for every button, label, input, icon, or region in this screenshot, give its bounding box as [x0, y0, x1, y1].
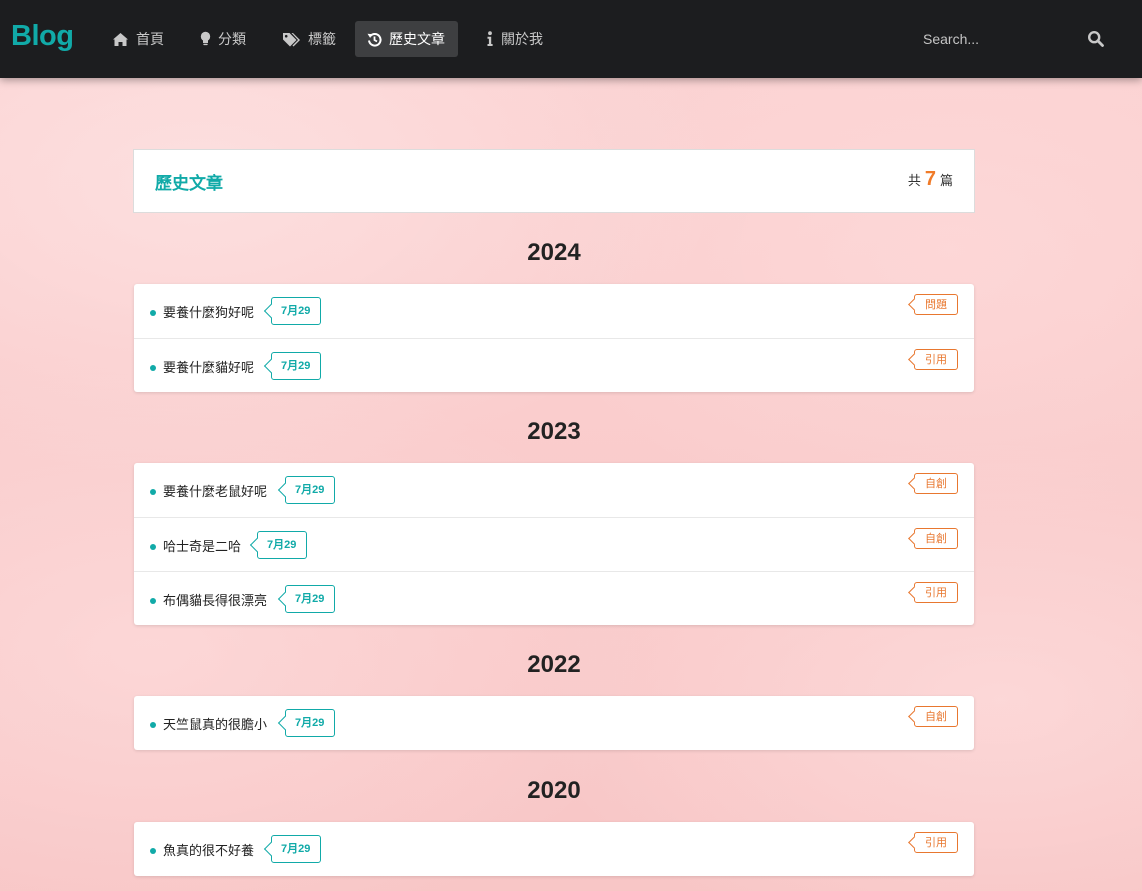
nav-item-label: 首頁 — [136, 32, 164, 48]
nav-item-label: 歷史文章 — [389, 32, 445, 48]
lightbulb-icon — [200, 31, 211, 46]
category-tag[interactable]: 問題 — [914, 294, 958, 315]
post-count-suffix: 篇 — [939, 174, 953, 189]
year-heading: 2023 — [527, 418, 581, 445]
bullet-dot — [150, 722, 156, 728]
nav-item-about[interactable]: 關於我 — [474, 21, 555, 57]
search-input[interactable] — [913, 26, 1083, 52]
post-title[interactable]: 布偶貓長得很漂亮 — [163, 590, 267, 609]
post-row[interactable]: 哈士奇是二哈 7月29 自創 — [134, 517, 974, 571]
year-heading: 2020 — [527, 777, 581, 804]
post-row[interactable]: 天竺鼠真的很膽小 7月29 自創 — [134, 696, 974, 750]
post-title[interactable]: 要養什麼貓好呢 — [163, 357, 254, 376]
bullet-dot — [150, 544, 156, 550]
nav-item-categories[interactable]: 分類 — [188, 21, 258, 57]
post-row[interactable]: 要養什麼貓好呢 7月29 引用 — [134, 338, 974, 392]
post-title[interactable]: 要養什麼狗好呢 — [163, 302, 254, 321]
post-title[interactable]: 要養什麼老鼠好呢 — [163, 481, 267, 500]
tags-icon — [283, 32, 300, 46]
post-list: 要養什麼老鼠好呢 7月29 自創 哈士奇是二哈 7月29 自創 布偶貓長得很漂亮… — [134, 463, 974, 625]
bullet-dot — [150, 489, 156, 495]
date-tag: 7月29 — [271, 352, 322, 380]
post-row[interactable]: 魚真的很不好養 7月29 引用 — [134, 822, 974, 876]
category-tag[interactable]: 自創 — [914, 706, 958, 727]
archive-title: 歷史文章 — [155, 174, 223, 194]
archive-header: 歷史文章 共 7 篇 — [133, 149, 975, 213]
date-tag: 7月29 — [285, 709, 336, 737]
brand-logo[interactable]: Blog — [11, 20, 74, 53]
category-tag[interactable]: 引用 — [914, 349, 958, 370]
date-tag: 7月29 — [285, 585, 336, 613]
bullet-dot — [150, 848, 156, 854]
bullet-dot — [150, 365, 156, 371]
category-tag[interactable]: 自創 — [914, 473, 958, 494]
home-icon — [113, 32, 128, 46]
post-title[interactable]: 哈士奇是二哈 — [163, 536, 241, 555]
history-icon — [367, 32, 382, 47]
post-count: 共 7 篇 — [908, 168, 953, 191]
category-tag[interactable]: 引用 — [914, 582, 958, 603]
nav-item-label: 分類 — [218, 32, 246, 48]
post-row[interactable]: 要養什麼狗好呢 7月29 問題 — [134, 284, 974, 338]
post-row[interactable]: 布偶貓長得很漂亮 7月29 引用 — [134, 571, 974, 625]
nav-item-history[interactable]: 歷史文章 — [355, 21, 458, 57]
post-count-number: 7 — [924, 168, 936, 190]
nav-item-label: 標籤 — [308, 32, 336, 48]
category-tag[interactable]: 自創 — [914, 528, 958, 549]
post-title[interactable]: 魚真的很不好養 — [163, 840, 254, 859]
category-tag[interactable]: 引用 — [914, 832, 958, 853]
date-tag: 7月29 — [271, 835, 322, 863]
post-row[interactable]: 要養什麼老鼠好呢 7月29 自創 — [134, 463, 974, 517]
info-icon — [487, 31, 493, 46]
year-heading: 2024 — [527, 239, 581, 266]
date-tag: 7月29 — [285, 476, 336, 504]
date-tag: 7月29 — [257, 531, 308, 559]
post-list: 天竺鼠真的很膽小 7月29 自創 — [134, 696, 974, 750]
date-tag: 7月29 — [271, 297, 322, 325]
post-title[interactable]: 天竺鼠真的很膽小 — [163, 714, 267, 733]
bullet-dot — [150, 310, 156, 316]
navbar: Blog 首頁 分類 標籤 歷史文章 關於我 Search... — [0, 0, 1142, 78]
nav-item-label: 關於我 — [501, 32, 543, 48]
nav-item-tags[interactable]: 標籤 — [270, 21, 348, 57]
bullet-dot — [150, 598, 156, 604]
post-list: 魚真的很不好養 7月29 引用 — [134, 822, 974, 876]
post-count-prefix: 共 — [907, 174, 921, 189]
nav-item-home[interactable]: 首頁 — [100, 21, 176, 57]
search-icon[interactable] — [1087, 30, 1105, 48]
post-list: 要養什麼狗好呢 7月29 問題 要養什麼貓好呢 7月29 引用 — [134, 284, 974, 392]
year-heading: 2022 — [527, 651, 581, 678]
